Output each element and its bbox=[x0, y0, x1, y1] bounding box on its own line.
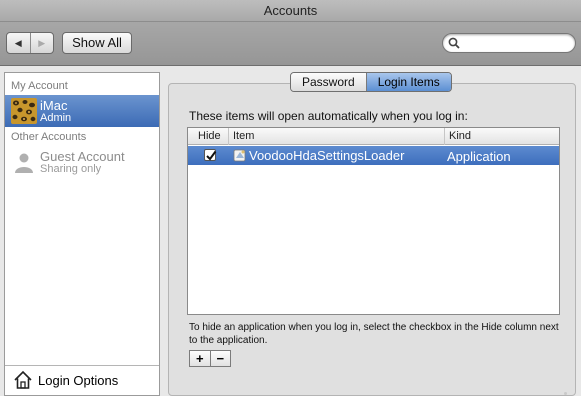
show-all-button[interactable]: Show All bbox=[62, 32, 132, 54]
window-title: Accounts bbox=[263, 3, 318, 18]
application-icon bbox=[233, 149, 246, 162]
column-header-kind[interactable]: Kind bbox=[449, 130, 471, 142]
login-options-item[interactable]: Login Options bbox=[5, 365, 159, 395]
house-icon bbox=[14, 370, 32, 389]
column-divider bbox=[444, 128, 445, 145]
column-divider bbox=[228, 128, 229, 145]
add-login-item-button[interactable]: + bbox=[190, 351, 210, 366]
table-row[interactable]: VoodooHdaSettingsLoader Application bbox=[188, 146, 559, 165]
guest-account-name: Guest Account bbox=[40, 149, 125, 164]
window-titlebar: Accounts bbox=[0, 0, 581, 22]
column-header-item[interactable]: Item bbox=[233, 130, 254, 142]
back-arrow-icon: ◀ bbox=[14, 37, 22, 48]
resize-grip[interactable] bbox=[564, 392, 567, 395]
guest-account-status: Sharing only bbox=[40, 163, 102, 175]
tab-password[interactable]: Password bbox=[291, 73, 366, 91]
forward-arrow-icon: ▶ bbox=[38, 37, 46, 48]
login-items-help: To hide an application when you log in, … bbox=[189, 322, 559, 346]
column-header-hide[interactable]: Hide bbox=[198, 130, 221, 142]
user-silhouette-icon bbox=[15, 153, 33, 173]
add-remove-control: + − bbox=[189, 350, 231, 367]
account-role: Admin bbox=[40, 112, 72, 124]
search-input[interactable] bbox=[463, 36, 568, 50]
sidebar-item-imac[interactable]: iMac Admin bbox=[5, 95, 159, 127]
tab-bar: Password Login Items bbox=[290, 72, 452, 92]
search-field[interactable] bbox=[442, 33, 576, 53]
search-icon bbox=[448, 37, 460, 49]
login-item-kind: Application bbox=[447, 149, 511, 164]
hide-checkbox[interactable] bbox=[204, 149, 217, 161]
tab-login-items[interactable]: Login Items bbox=[365, 73, 451, 91]
login-item-name: VoodooHdaSettingsLoader bbox=[249, 148, 405, 163]
login-items-table[interactable]: Hide Item Kind VoodooHdaSettingsLoader A… bbox=[187, 127, 560, 315]
checkmark-icon bbox=[206, 150, 217, 161]
account-name: iMac bbox=[40, 98, 68, 113]
remove-login-item-button[interactable]: − bbox=[209, 351, 231, 366]
accounts-sidebar: My Account iMac Admin Other Accounts Gue… bbox=[4, 72, 160, 396]
my-account-header: My Account bbox=[11, 80, 68, 92]
user-picture-leopard-icon bbox=[11, 98, 37, 124]
toolbar: ◀ ▶ Show All bbox=[0, 22, 581, 66]
history-nav: ◀ ▶ bbox=[6, 32, 54, 54]
sidebar-item-guest[interactable]: Guest Account Sharing only bbox=[5, 146, 159, 178]
back-button[interactable]: ◀ bbox=[7, 33, 30, 53]
forward-button[interactable]: ▶ bbox=[29, 33, 54, 53]
login-items-intro: These items will open automatically when… bbox=[189, 109, 468, 123]
table-header: Hide Item Kind bbox=[188, 128, 559, 145]
other-accounts-header: Other Accounts bbox=[11, 131, 87, 143]
login-options-label: Login Options bbox=[38, 373, 119, 388]
